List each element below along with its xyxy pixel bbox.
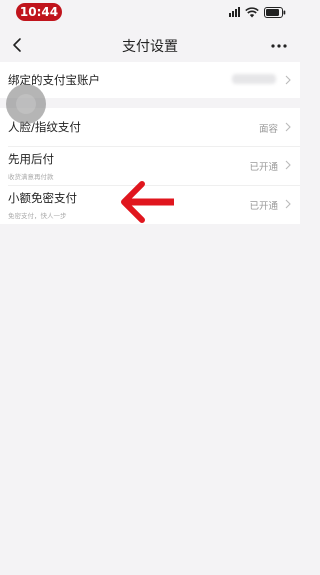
chevron-right-icon [285, 199, 291, 209]
more-dots-icon [271, 44, 287, 48]
small-password-free-label: 小额免密支付 [8, 191, 77, 205]
nav-bar: 支付设置 [0, 26, 300, 66]
status-time: 10:44 [16, 3, 62, 21]
more-button[interactable] [268, 35, 290, 57]
red-arrow-icon [121, 181, 174, 223]
small-password-free-status: 已开通 [249, 201, 278, 212]
battery-icon [264, 6, 286, 18]
small-password-free-subtitle: 免密支付，快人一步 [8, 212, 67, 220]
face-fingerprint-value: 面容 [258, 124, 278, 135]
pay-later-label: 先用后付 [8, 152, 54, 166]
account-card: 绑定的支付宝账户 [0, 62, 300, 98]
status-bar: 10:44 [0, 0, 300, 24]
bound-account-row[interactable]: 绑定的支付宝账户 [0, 62, 300, 98]
wifi-icon [245, 6, 259, 18]
pay-later-status: 已开通 [249, 162, 278, 173]
chevron-right-icon [285, 75, 291, 85]
masked-account-value [232, 74, 276, 84]
touch-indicator [6, 84, 46, 124]
pay-later-subtitle: 收货满意再付款 [8, 173, 54, 181]
signal-icon [229, 7, 240, 17]
system-icons [229, 6, 286, 18]
chevron-right-icon [285, 160, 291, 170]
face-fingerprint-row[interactable]: 人脸/指纹支付 面容 [0, 108, 300, 146]
page-title: 支付设置 [122, 39, 178, 55]
chevron-right-icon [285, 122, 291, 132]
